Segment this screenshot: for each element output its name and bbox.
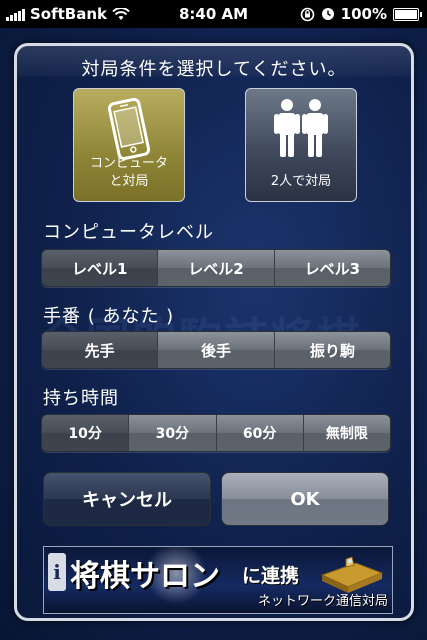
ok-button[interactable]: OK	[221, 472, 389, 526]
banner-main-text: 将棋サロン	[70, 559, 220, 594]
turn-label: 手番 ( あなた )	[43, 306, 175, 327]
level-option-2[interactable]: レベル2	[157, 250, 274, 286]
level-label: コンピュータレベル	[43, 222, 214, 243]
mode-two-player-button[interactable]: 2人で対局	[245, 88, 357, 202]
level-option-1[interactable]: レベル1	[42, 250, 158, 286]
turn-option-furigoma[interactable]: 振り駒	[273, 332, 390, 368]
time-segmented-control: 10分 30分 60分 無制限	[41, 414, 391, 452]
banner-link-text: に連携	[242, 565, 300, 587]
two-people-icon	[274, 99, 328, 157]
cancel-button[interactable]: キャンセル	[43, 472, 211, 526]
mode-computer-button[interactable]: コンピュータ と対局	[73, 88, 185, 202]
game-settings-dialog: 対局条件を選択してください。 コンピュータ と対局 2人で対局 コンピュータレベ…	[14, 43, 414, 621]
dialog-title: 対局条件を選択してください。	[81, 59, 347, 80]
battery-percent: 100%	[340, 5, 387, 23]
status-bar: SoftBank 8:40 AM 100%	[0, 0, 427, 28]
turn-segmented-control: 先手 後手 振り駒	[41, 331, 391, 369]
time-label: 持ち時間	[43, 388, 119, 409]
alarm-icon	[321, 8, 334, 20]
turn-option-first[interactable]: 先手	[42, 332, 158, 368]
time-option-30[interactable]: 30分	[128, 415, 216, 451]
mode-two-player-label: 2人で対局	[270, 174, 332, 189]
time-option-unlimited[interactable]: 無制限	[302, 415, 390, 451]
battery-icon	[393, 7, 422, 21]
orientation-lock-icon	[300, 7, 314, 21]
banner-sub-text: ネットワーク通信対局	[257, 594, 388, 609]
shogi-salon-banner[interactable]: i 将棋サロン に連携 ネットワーク通信対局	[43, 546, 393, 614]
turn-option-second[interactable]: 後手	[157, 332, 274, 368]
shogi-board-icon	[320, 556, 384, 593]
level-segmented-control: レベル1 レベル2 レベル3	[41, 249, 391, 287]
level-option-3[interactable]: レベル3	[273, 250, 390, 286]
time-option-60[interactable]: 60分	[215, 415, 303, 451]
phone-icon	[107, 97, 151, 161]
time-option-10[interactable]: 10分	[42, 415, 129, 451]
i-badge-icon: i	[48, 553, 66, 591]
